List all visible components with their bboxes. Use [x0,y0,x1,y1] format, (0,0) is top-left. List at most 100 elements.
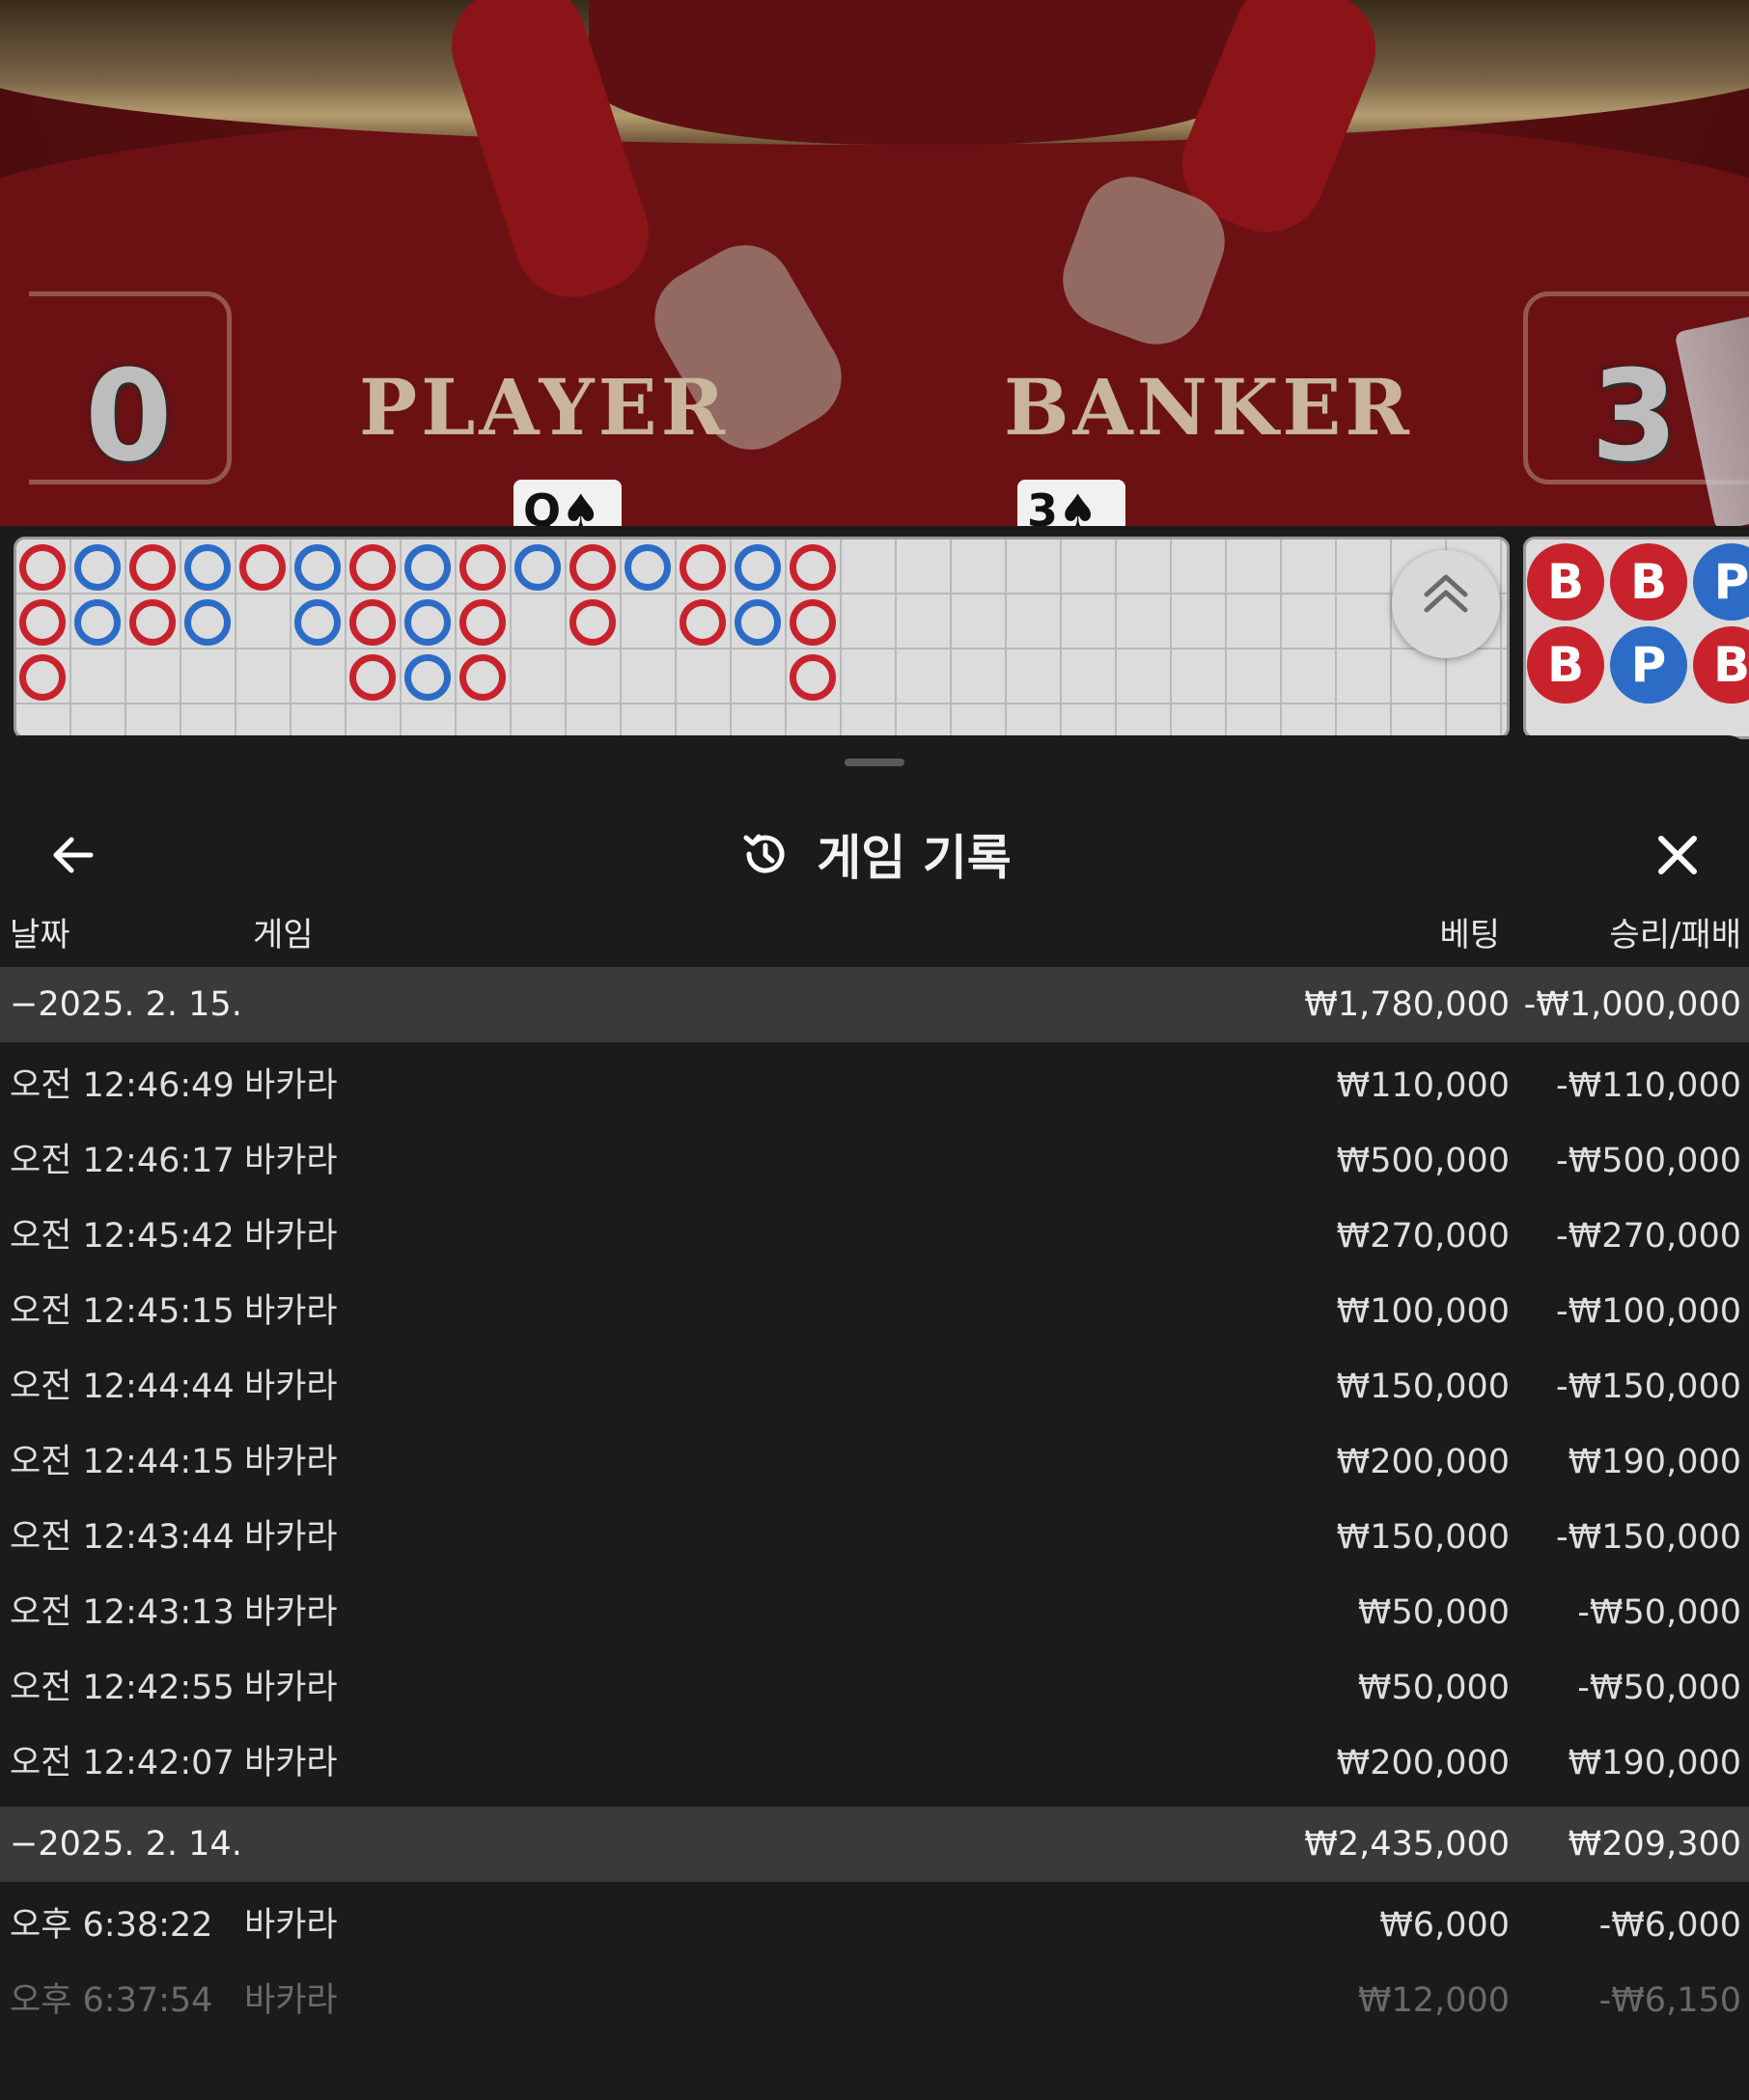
row-game: 바카라 [244,1744,338,1782]
banker-card: 3♠ [1017,480,1125,526]
history-row[interactable]: 오전 12:46:49 바카라 ₩110,000 -₩110,000 [0,1048,1749,1123]
row-time: 오전 12:42:55 [10,1669,235,1707]
row-bet: ₩100,000 [1336,1292,1510,1331]
player-ring [184,544,231,591]
banker-label: BANKER [1004,362,1413,453]
banker-ring [459,544,506,591]
banker-ring [349,544,396,591]
group-bet-total: ₩2,435,000 [1304,1825,1510,1864]
row-result: -₩50,000 [1577,1593,1741,1632]
row-result: -₩6,150 [1598,1981,1741,2020]
row-result: -₩100,000 [1556,1292,1741,1331]
player-ring [74,599,121,646]
history-row[interactable]: 오전 12:44:15 바카라 ₩200,000 ₩190,000 [0,1424,1749,1500]
row-time: 오후 6:37:54 [10,1981,213,2020]
history-row[interactable]: 오전 12:44:44 바카라 ₩150,000 -₩150,000 [0,1349,1749,1424]
close-button[interactable] [1639,816,1716,894]
row-time: 오전 12:46:17 [10,1142,235,1180]
row-game: 바카라 [244,1906,338,1945]
player-ring [294,544,341,591]
column-header-bet: 베팅 [1439,916,1500,954]
row-bet: ₩110,000 [1336,1066,1510,1105]
banker-ring [19,654,66,701]
history-row[interactable]: 오전 12:45:15 바카라 ₩100,000 -₩100,000 [0,1274,1749,1349]
group-result-total: -₩1,000,000 [1523,985,1741,1024]
history-row[interactable]: 오후 6:37:54 바카라 ₩12,000 -₩6,150 [0,1963,1749,2038]
row-result: -₩500,000 [1556,1142,1741,1180]
row-game: 바카라 [244,1443,338,1481]
close-icon [1658,836,1697,874]
history-list: −2025. 2. 15. ₩1,780,000 -₩1,000,000 오전 12:… [0,967,1749,2044]
row-bet: ₩150,000 [1336,1368,1510,1406]
row-result: ₩190,000 [1568,1443,1741,1481]
row-game: 바카라 [244,1593,338,1632]
player-card: Q♠ [514,480,622,526]
history-row[interactable]: 오전 12:43:44 바카라 ₩150,000 -₩150,000 [0,1500,1749,1575]
date-group-header[interactable]: −2025. 2. 15. ₩1,780,000 -₩1,000,000 [0,967,1749,1042]
history-icon [743,834,785,873]
group-date: −2025. 2. 14. [10,1825,242,1864]
banker-ring [129,599,176,646]
row-time: 오전 12:43:13 [10,1593,235,1632]
bead-b: B [1527,626,1604,704]
player-ring [74,544,121,591]
row-result: -₩50,000 [1577,1669,1741,1707]
bead-p: P [1610,626,1687,704]
row-result: ₩190,000 [1568,1744,1741,1782]
row-result: -₩110,000 [1556,1066,1741,1105]
banker-ring [680,599,726,646]
row-result: -₩6,000 [1598,1906,1741,1945]
player-ring [514,544,561,591]
row-game: 바카라 [244,1142,338,1180]
date-group-header[interactable]: −2025. 2. 14. ₩2,435,000 ₩209,300 [0,1807,1749,1882]
row-bet: ₩12,000 [1357,1981,1510,2020]
row-bet: ₩200,000 [1336,1443,1510,1481]
row-time: 오전 12:43:44 [10,1518,235,1557]
banker-ring [459,654,506,701]
player-ring [184,599,231,646]
table-felt [0,106,1749,526]
column-header-game: 게임 [253,916,314,954]
history-row[interactable]: 오전 12:43:13 바카라 ₩50,000 -₩50,000 [0,1575,1749,1650]
row-bet: ₩270,000 [1336,1217,1510,1256]
expand-roadmap-button[interactable] [1392,550,1500,658]
row-time: 오전 12:45:15 [10,1292,235,1331]
row-bet: ₩50,000 [1357,1593,1510,1632]
player-score: 0 [85,343,173,489]
row-result: -₩270,000 [1556,1217,1741,1256]
sheet-grabber[interactable] [845,759,904,766]
row-bet: ₩150,000 [1336,1518,1510,1557]
history-row[interactable]: 오후 6:38:22 바카라 ₩6,000 -₩6,000 [0,1888,1749,1963]
row-time: 오전 12:44:15 [10,1443,235,1481]
chevron-double-up-icon [1424,574,1468,613]
live-video: 0 3 PLAYER BANKER Q♠ 3♠ [0,0,1749,526]
history-row[interactable]: 오전 12:45:42 바카라 ₩270,000 -₩270,000 [0,1199,1749,1274]
row-time: 오전 12:44:44 [10,1368,235,1406]
banker-ring [19,544,66,591]
banker-ring [790,654,836,701]
row-game: 바카라 [244,1292,338,1331]
group-date: −2025. 2. 15. [10,985,242,1024]
history-row[interactable]: 오전 12:42:07 바카라 ₩200,000 ₩190,000 [0,1726,1749,1801]
row-game: 바카라 [244,1368,338,1406]
dealer [589,0,1255,145]
history-row[interactable]: 오전 12:42:55 바카라 ₩50,000 -₩50,000 [0,1650,1749,1726]
row-game: 바카라 [244,1518,338,1557]
banker-ring [459,599,506,646]
row-game: 바카라 [244,1217,338,1256]
banker-ring [19,599,66,646]
column-header-date: 날짜 [10,916,70,954]
bead-p: P [1693,543,1749,621]
banker-ring [680,544,726,591]
player-ring [294,599,341,646]
row-game: 바카라 [244,1669,338,1707]
player-ring [404,654,451,701]
history-row[interactable]: 오전 12:46:17 바카라 ₩500,000 -₩500,000 [0,1123,1749,1199]
row-bet: ₩500,000 [1336,1142,1510,1180]
row-bet: ₩50,000 [1357,1669,1510,1707]
game-history-sheet: 게임 기록 날짜 게임 베팅 승리/패배 −2025. 2. 15. ₩1,780… [0,735,1749,2100]
row-bet: ₩6,000 [1379,1906,1510,1945]
row-time: 오전 12:42:07 [10,1744,235,1782]
page-title: 게임 기록 [817,830,1012,886]
banker-ring [239,544,286,591]
